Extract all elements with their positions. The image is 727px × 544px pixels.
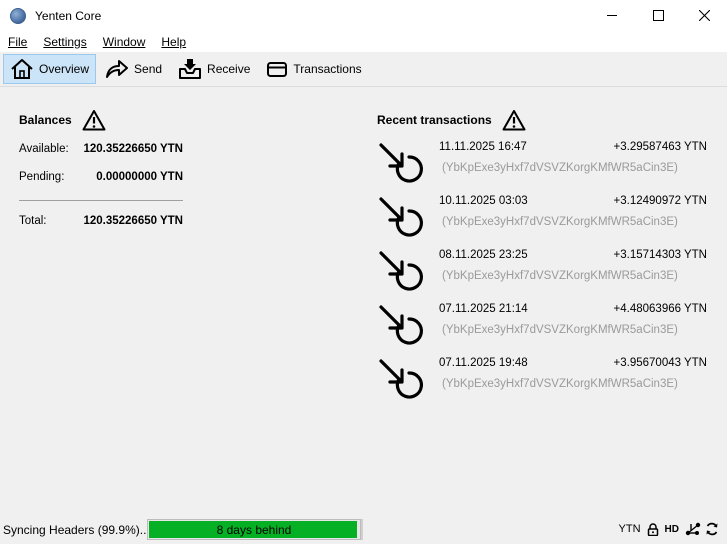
menu-help-label: Help <box>161 34 187 49</box>
hd-icon[interactable]: HD <box>665 524 679 535</box>
balance-divider <box>19 200 183 201</box>
network-icon[interactable] <box>685 522 701 536</box>
received-pending-icon <box>379 305 423 345</box>
pending-row: Pending: 0.00000000 YTN <box>19 171 189 187</box>
transaction-address: (YbKpExe3yHxf7dVSVZKorgKMfWR5aCin3E) <box>442 324 678 336</box>
transaction-amount: +3.29587463 YTN <box>613 141 707 153</box>
warning-icon[interactable] <box>502 109 526 131</box>
available-value: 120.35226650 YTN <box>83 143 183 155</box>
transaction-row[interactable]: 08.11.2025 23:25 +3.15714303 YTN (YbKpEx… <box>377 249 717 303</box>
balances-panel: Balances Available: 120.35226650 YTN Pen… <box>19 109 189 227</box>
window-controls <box>589 0 727 31</box>
tab-receive[interactable]: Receive <box>171 54 257 84</box>
transaction-date: 07.11.2025 19:48 <box>439 357 528 369</box>
pending-label: Pending: <box>19 171 65 183</box>
transaction-address: (YbKpExe3yHxf7dVSVZKorgKMfWR5aCin3E) <box>442 270 678 282</box>
transaction-address: (YbKpExe3yHxf7dVSVZKorgKMfWR5aCin3E) <box>442 162 678 174</box>
transaction-date: 11.11.2025 16:47 <box>439 141 527 153</box>
sync-progress-text: 8 days behind <box>216 522 292 537</box>
transaction-amount: +3.12490972 YTN <box>613 195 707 207</box>
received-pending-icon <box>379 197 423 237</box>
total-value: 120.35226650 YTN <box>83 215 183 227</box>
total-label: Total: <box>19 215 47 227</box>
available-label: Available: <box>19 143 69 155</box>
available-row: Available: 120.35226650 YTN <box>19 143 189 159</box>
pending-value: 0.00000000 YTN <box>96 171 183 183</box>
tab-transactions-label: Transactions <box>293 62 362 76</box>
transaction-amount: +3.95670043 YTN <box>613 357 707 369</box>
tab-send[interactable]: Send <box>98 54 169 84</box>
menu-settings[interactable]: Settings <box>35 35 94 49</box>
sync-status-text: Syncing Headers (99.9%)... <box>3 523 150 537</box>
close-button[interactable] <box>681 0 727 31</box>
status-bar: Syncing Headers (99.9%)... 8 days behind… <box>0 517 727 544</box>
home-icon <box>11 59 33 79</box>
transaction-date: 10.11.2025 03:03 <box>439 195 528 207</box>
maximize-icon <box>652 10 664 21</box>
warning-icon[interactable] <box>82 109 106 131</box>
menu-window-label: Window <box>102 34 146 49</box>
toolbar: Overview Send Receive Transactions <box>0 52 727 87</box>
tab-send-label: Send <box>134 62 163 76</box>
card-icon <box>267 62 288 77</box>
maximize-button[interactable] <box>635 0 681 31</box>
menu-file-label: File <box>8 34 28 49</box>
window-title: Yenten Core <box>35 8 102 23</box>
menu-window[interactable]: Window <box>95 35 154 49</box>
received-pending-icon <box>379 251 423 291</box>
transaction-address: (YbKpExe3yHxf7dVSVZKorgKMfWR5aCin3E) <box>442 378 678 390</box>
menu-settings-label: Settings <box>43 34 87 49</box>
transaction-address: (YbKpExe3yHxf7dVSVZKorgKMfWR5aCin3E) <box>442 216 678 228</box>
progress-divider <box>361 519 363 540</box>
recent-heading: Recent transactions <box>377 109 717 131</box>
menu-file[interactable]: File <box>0 35 35 49</box>
minimize-icon <box>606 15 617 16</box>
title-bar: Yenten Core <box>0 0 727 31</box>
sync-progress-bar: 8 days behind <box>147 519 361 540</box>
menu-help[interactable]: Help <box>153 35 194 49</box>
overview-page: Balances Available: 120.35226650 YTN Pen… <box>0 87 727 517</box>
tab-overview-label: Overview <box>39 62 90 76</box>
transaction-row[interactable]: 11.11.2025 16:47 +3.29587463 YTN (YbKpEx… <box>377 141 717 195</box>
transaction-row[interactable]: 07.11.2025 19:48 +3.95670043 YTN (YbKpEx… <box>377 357 717 411</box>
transaction-amount: +4.48063966 YTN <box>613 303 707 315</box>
app-logo-icon <box>10 7 26 24</box>
sync-icon[interactable] <box>705 522 719 536</box>
transaction-date: 08.11.2025 23:25 <box>439 249 528 261</box>
transaction-date: 07.11.2025 21:14 <box>439 303 528 315</box>
tab-overview[interactable]: Overview <box>3 54 97 84</box>
tab-receive-label: Receive <box>207 62 251 76</box>
menu-bar: File Settings Window Help <box>0 31 727 52</box>
balances-title: Balances <box>19 113 72 127</box>
transaction-row[interactable]: 10.11.2025 03:03 +3.12490972 YTN (YbKpEx… <box>377 195 717 249</box>
lock-icon[interactable] <box>647 522 659 536</box>
transaction-row[interactable]: 07.11.2025 21:14 +4.48063966 YTN (YbKpEx… <box>377 303 717 357</box>
balances-heading: Balances <box>19 109 189 131</box>
recent-title: Recent transactions <box>377 113 492 127</box>
total-row: Total: 120.35226650 YTN <box>19 215 189 231</box>
received-pending-icon <box>379 143 423 183</box>
transaction-amount: +3.15714303 YTN <box>613 249 707 261</box>
recent-transactions-panel: Recent transactions 11.11.2025 16:47 +3.… <box>377 109 717 399</box>
send-arrow-icon <box>106 60 129 78</box>
unit-selector[interactable]: YTN <box>619 523 641 535</box>
status-indicators: YTN HD <box>619 522 721 536</box>
minimize-button[interactable] <box>589 0 635 31</box>
close-icon <box>698 10 710 21</box>
received-pending-icon <box>379 359 423 399</box>
tab-transactions[interactable]: Transactions <box>259 54 368 84</box>
receive-inbox-icon <box>179 59 202 79</box>
